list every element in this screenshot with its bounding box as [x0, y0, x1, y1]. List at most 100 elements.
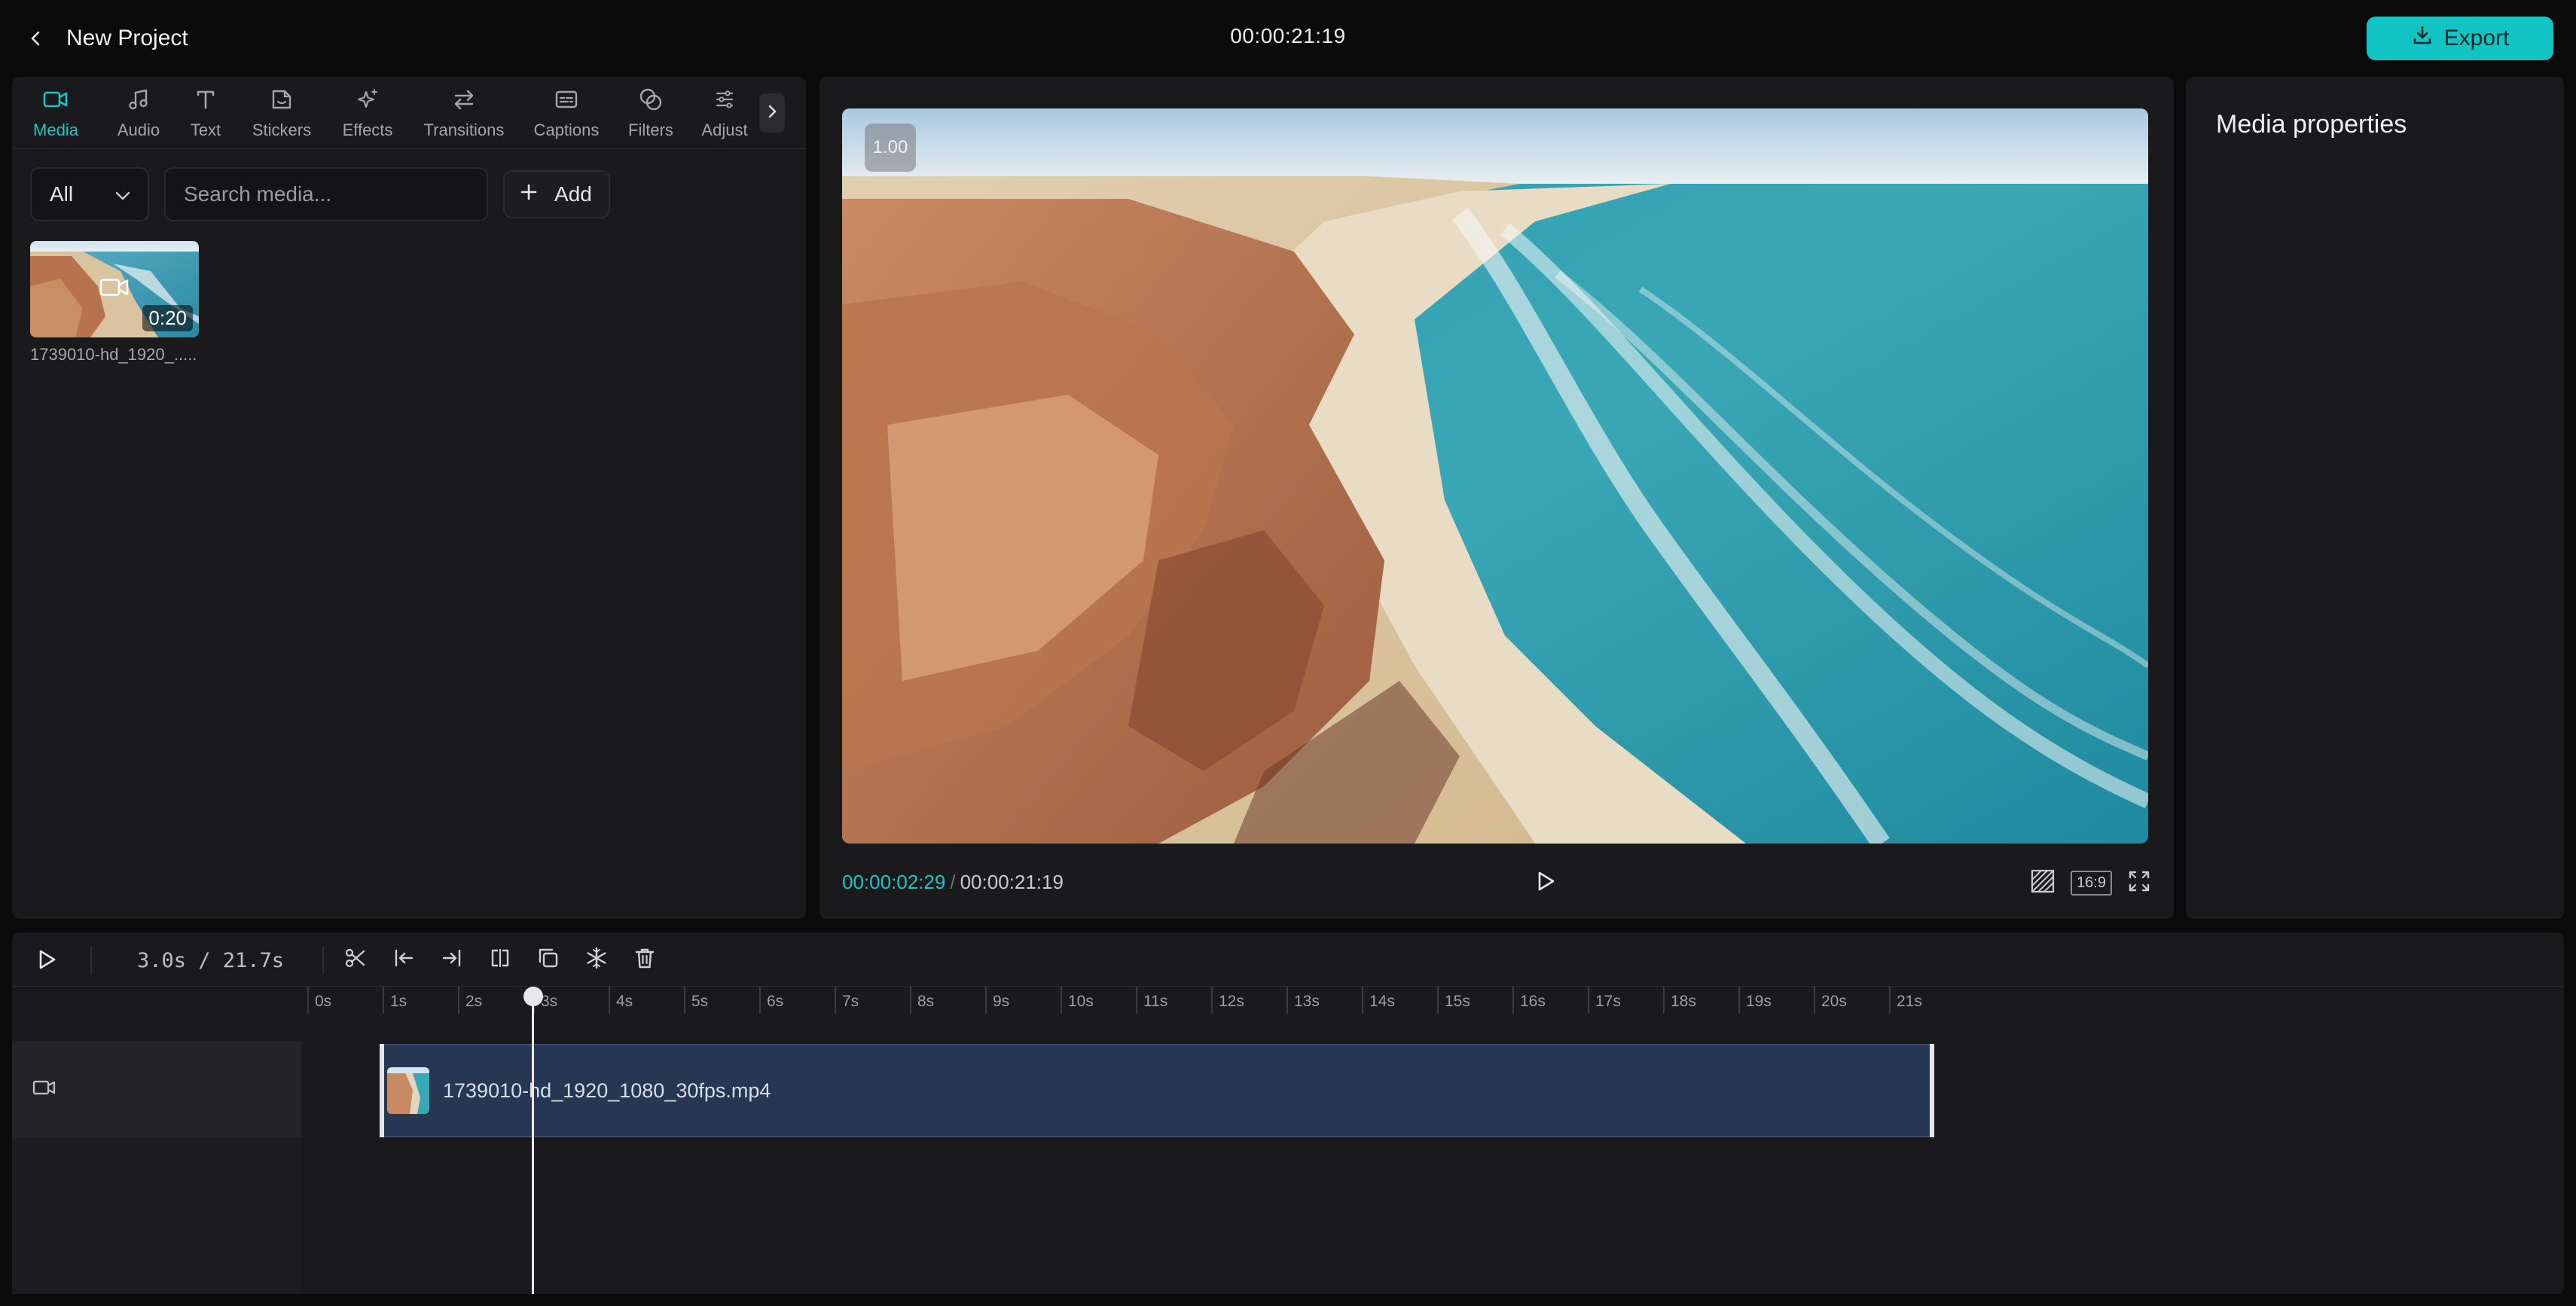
ruler-tick: 8s [910, 987, 934, 1014]
ruler-tick: 17s [1588, 987, 1621, 1014]
trim-start-button[interactable] [389, 943, 419, 976]
split-button[interactable] [340, 943, 371, 976]
tab-label: Filters [628, 121, 673, 139]
trim-end-button[interactable] [437, 943, 467, 976]
tab-transitions[interactable]: Transitions [411, 84, 517, 145]
fullscreen-icon [2127, 869, 2151, 897]
ruler-tick: 4s [609, 987, 633, 1014]
tab-adjust[interactable]: Adjust [694, 84, 755, 145]
duplicate-button[interactable] [533, 943, 563, 976]
search-media-input[interactable] [164, 167, 488, 221]
fullscreen-button[interactable] [2127, 868, 2151, 898]
ruler-tick: 18s [1663, 987, 1696, 1014]
play-icon [36, 948, 57, 975]
project-duration: 00:00:21:19 [1230, 24, 1346, 47]
snowflake-icon [584, 946, 609, 974]
ruler-tick: 0s [307, 987, 331, 1014]
tab-label: Stickers [252, 121, 312, 139]
dropdown-value: All [50, 182, 74, 206]
properties-title: Media properties [2216, 110, 2407, 139]
ruler-tick: 6s [759, 987, 783, 1014]
media-item[interactable]: 0:20 1739010-hd_1920_..... [30, 241, 199, 365]
timeline-time-readout: 3.0s / 21.7s [137, 949, 285, 972]
export-button[interactable]: Export [2367, 17, 2553, 60]
clip-trim-handle-left[interactable] [380, 1044, 384, 1137]
timeline-toolbar: 3.0s / 21.7s [12, 932, 2564, 987]
tab-label: Transitions [423, 121, 505, 139]
toolbar-divider [90, 946, 92, 975]
ruler-tick: 11s [1136, 987, 1167, 1014]
split-clip-button[interactable] [485, 943, 515, 976]
video-icon [41, 84, 71, 114]
music-note-icon [124, 84, 154, 114]
scissors-icon [343, 946, 368, 974]
tab-text[interactable]: Text [182, 84, 229, 145]
preview-panel: 1.00 00:00:02:29/00:00:21:19 16:9 [819, 77, 2174, 919]
preview-time-readout: 00:00:02:29/00:00:21:19 [842, 871, 1064, 894]
tab-filters[interactable]: Filters [619, 84, 682, 145]
video-track-icon [32, 1077, 57, 1102]
timeline-edit-tools [340, 943, 660, 976]
tab-audio[interactable]: Audio [102, 84, 175, 145]
ruler-tick: 20s [1814, 987, 1847, 1014]
tab-label: Adjust [701, 121, 748, 139]
ruler-tick: 2s [458, 987, 482, 1014]
ruler-tick: 1s [383, 987, 407, 1014]
total-time: 00:00:21:19 [960, 871, 1064, 893]
tab-stickers[interactable]: Stickers [243, 84, 321, 145]
tab-effects[interactable]: Effects [331, 84, 404, 145]
clip-filename: 1739010-hd_1920_1080_30fps.mp4 [443, 1079, 771, 1102]
current-time: 00:00:02:29 [842, 871, 946, 893]
ruler-tick: 16s [1512, 987, 1546, 1014]
text-icon [191, 84, 221, 114]
tab-media[interactable]: Media [21, 84, 90, 145]
download-icon [2411, 24, 2434, 53]
play-icon [1535, 870, 1556, 896]
preview-play-button[interactable] [1531, 868, 1561, 898]
tab-captions[interactable]: Captions [521, 84, 612, 145]
aspect-ratio-label: 16:9 [2071, 870, 2112, 896]
adjust-sliders-icon [710, 84, 740, 114]
delete-button[interactable] [630, 943, 660, 976]
ruler-tick: 12s [1211, 987, 1244, 1014]
toolbar-divider [322, 946, 324, 975]
media-thumbnail: 0:20 [30, 241, 199, 337]
background-toggle-button[interactable] [2030, 868, 2056, 898]
chevron-down-icon [114, 182, 131, 206]
ruler-tick: 10s [1061, 987, 1094, 1014]
ruler-tick: 7s [835, 987, 859, 1014]
ruler-tick: 21s [1889, 987, 1922, 1014]
video-clip[interactable]: 1739010-hd_1920_1080_30fps.mp4 [380, 1044, 1934, 1137]
tool-tabs: Media Audio Text Stickers Effects Transi… [12, 77, 806, 149]
trash-icon [633, 946, 657, 974]
ruler-tick: 5s [684, 987, 708, 1014]
filters-icon [636, 84, 666, 114]
clip-trim-handle-right[interactable] [1930, 1044, 1934, 1137]
timeline-play-button[interactable] [32, 946, 62, 976]
freeze-frame-button[interactable] [581, 943, 612, 976]
captions-icon [551, 84, 581, 114]
video-preview[interactable]: 1.00 [842, 108, 2148, 844]
ruler-tick: 14s [1362, 987, 1395, 1014]
timeline-ruler[interactable]: 0s 1s 2s 3s 4s 5s 6s 7s 8s 9s 10s 11s 12s 13s 14s 15s 16… [301, 987, 2564, 1035]
playhead-handle[interactable] [523, 987, 543, 1006]
sticker-icon [267, 84, 297, 114]
ruler-tick: 13s [1286, 987, 1320, 1014]
ruler-tick: 15s [1437, 987, 1470, 1014]
tab-label: Audio [117, 121, 160, 139]
tab-label: Effects [342, 121, 393, 139]
tab-label: Text [190, 121, 221, 139]
split-icon [488, 946, 512, 974]
playhead-line[interactable] [532, 990, 534, 1294]
media-type-dropdown[interactable]: All [30, 167, 149, 221]
tab-label: Captions [533, 121, 600, 139]
clip-thumbnail [387, 1067, 429, 1114]
media-filename: 1739010-hd_1920_..... [30, 345, 197, 364]
media-panel: Media Audio Text Stickers Effects Transi… [12, 77, 806, 919]
track-header-empty [12, 1137, 301, 1294]
aspect-ratio-button[interactable]: 16:9 [2071, 868, 2112, 898]
video-frame [842, 108, 2148, 844]
media-duration: 0:20 [142, 305, 193, 331]
tabs-scroll-right-button[interactable] [759, 93, 785, 133]
add-media-button[interactable]: Add [503, 170, 610, 218]
